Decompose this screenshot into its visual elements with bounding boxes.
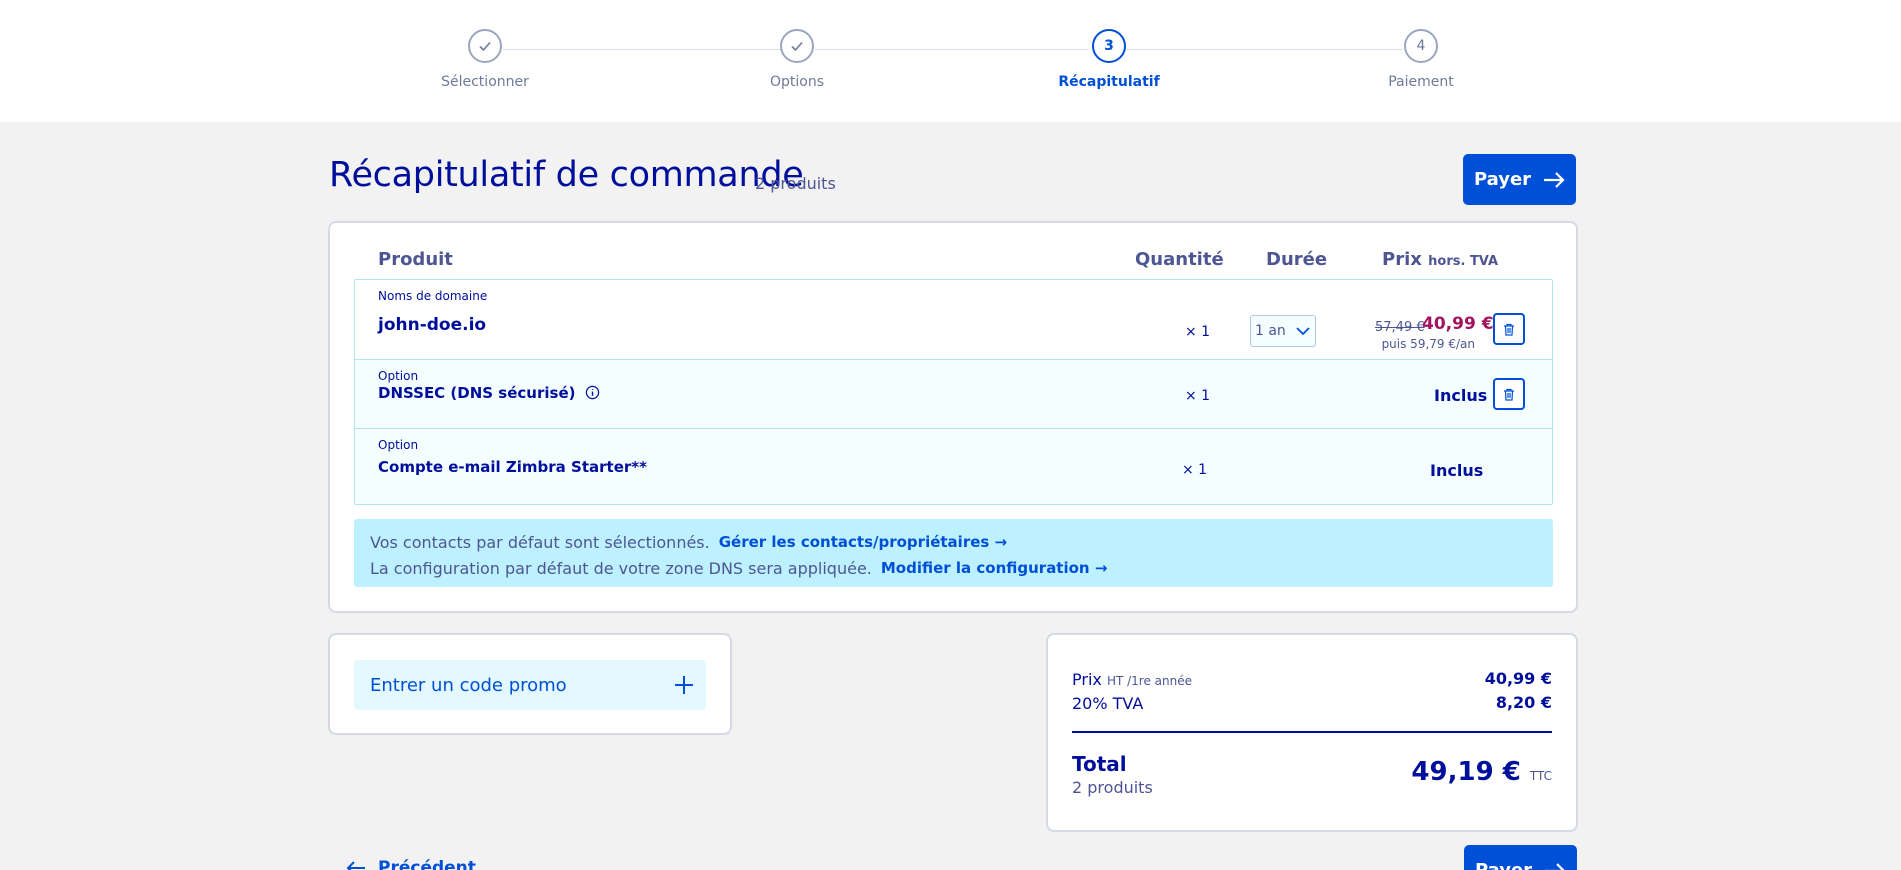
duration-value: 1 an [1255,323,1286,339]
arrow-right-icon [1545,862,1566,870]
row-category: Option [378,438,419,452]
step-number: 4 [1404,29,1438,63]
promo-code-label: Entrer un code promo [370,674,567,696]
pay-button-label: Payer [1475,860,1532,870]
pay-button-bottom[interactable]: Payer [1464,845,1577,870]
column-price-label: Prix [1382,249,1422,270]
plus-icon [675,676,693,694]
product-count: 2 produits [755,174,836,193]
order-rows: Noms de domaine john-doe.io × 1 1 an 57,… [354,279,1553,505]
trash-icon [1504,388,1514,401]
row-price: Inclus [1430,461,1484,480]
row-product-name: john-doe.io [378,315,487,335]
page-title: Récapitulatif de commande [329,155,804,195]
table-row: Option Compte e-mail Zimbra Starter** × … [355,429,1552,504]
manage-contacts-link[interactable]: Gérer les contacts/propriétaires → [719,533,1007,551]
total-suffix: TTC [1529,769,1552,783]
info-icon[interactable] [585,385,600,400]
price-summary-card: Prix HT /1re année 40,99 € 20% TVA 8,20 … [1046,633,1578,832]
chevron-down-icon [1296,327,1310,336]
vat-value: 8,20 € [1495,693,1552,712]
trash-icon [1504,323,1514,336]
table-row: Option DNSSEC (DNS sécurisé) × 1 Inclus [355,360,1552,429]
discount-price: 40,99 € [1422,314,1494,334]
pay-button-top[interactable]: Payer [1463,154,1576,205]
pay-button-label: Payer [1473,169,1532,190]
price-label: Prix HT /1re année [1072,670,1192,689]
step-label: Options [769,74,825,90]
row-category: Option [378,369,419,383]
column-duration: Durée [1266,249,1328,270]
summary-divider [1072,731,1552,733]
column-price-suffix: hors. TVA [1428,254,1499,269]
check-icon [468,29,502,63]
row-quantity: × 1 [1185,324,1211,340]
total-value: 49,19 € TTC [1411,757,1552,787]
old-price: 57,49 € [1375,320,1425,335]
price-label-suffix: HT /1re année [1106,674,1192,688]
column-price: Prix hors. TVA [1382,249,1498,270]
row-product-name: DNSSEC (DNS sécurisé) [378,384,600,402]
contacts-notice-text: Vos contacts par défaut sont sélectionné… [370,532,710,552]
row-price: Inclus [1434,386,1488,405]
step-options[interactable]: Options [717,29,877,90]
defaults-notice: Vos contacts par défaut sont sélectionné… [354,519,1553,587]
row-quantity: × 1 [1185,388,1211,404]
column-quantity: Quantité [1135,249,1224,270]
step-label: Sélectionner [441,74,529,90]
vat-label: 20% TVA [1072,694,1144,713]
table-row: Noms de domaine john-doe.io × 1 1 an 57,… [355,280,1552,360]
row-category: Noms de domaine [378,289,488,303]
promo-code-button[interactable]: Entrer un code promo [354,660,706,710]
step-summary: 3 Récapitulatif [1029,29,1189,90]
order-card: Produit Quantité Durée Prix hors. TVA No… [328,221,1578,613]
edit-dns-config-link[interactable]: Modifier la configuration → [881,559,1108,577]
previous-label: Précédent [378,858,476,870]
step-label: Paiement [1388,74,1454,90]
row-quantity: × 1 [1182,462,1208,478]
row-product-name: Compte e-mail Zimbra Starter** [378,458,647,476]
delete-button[interactable] [1493,313,1525,345]
dns-notice-text: La configuration par défaut de votre zon… [370,558,872,578]
checkout-stepper: Sélectionner Options 3 Récapitulatif 4 P… [0,0,1901,122]
arrow-right-icon [1544,171,1565,188]
step-label: Récapitulatif [1058,74,1160,90]
row-product-label: DNSSEC (DNS sécurisé) [378,384,576,402]
promo-card: Entrer un code promo [328,633,732,735]
step-number: 3 [1092,29,1126,63]
delete-button[interactable] [1493,378,1525,410]
column-product: Produit [378,249,453,270]
check-icon [780,29,814,63]
price-value: 40,99 € [1484,669,1552,688]
arrow-left-icon [346,861,365,870]
duration-select[interactable]: 1 an [1250,315,1316,347]
step-payment: 4 Paiement [1341,29,1501,90]
previous-button[interactable]: Précédent [346,858,476,870]
step-select[interactable]: Sélectionner [405,29,565,90]
total-label: Total [1072,752,1127,776]
total-product-count: 2 produits [1072,778,1153,797]
renewal-price: puis 59,79 €/an [1381,337,1475,351]
